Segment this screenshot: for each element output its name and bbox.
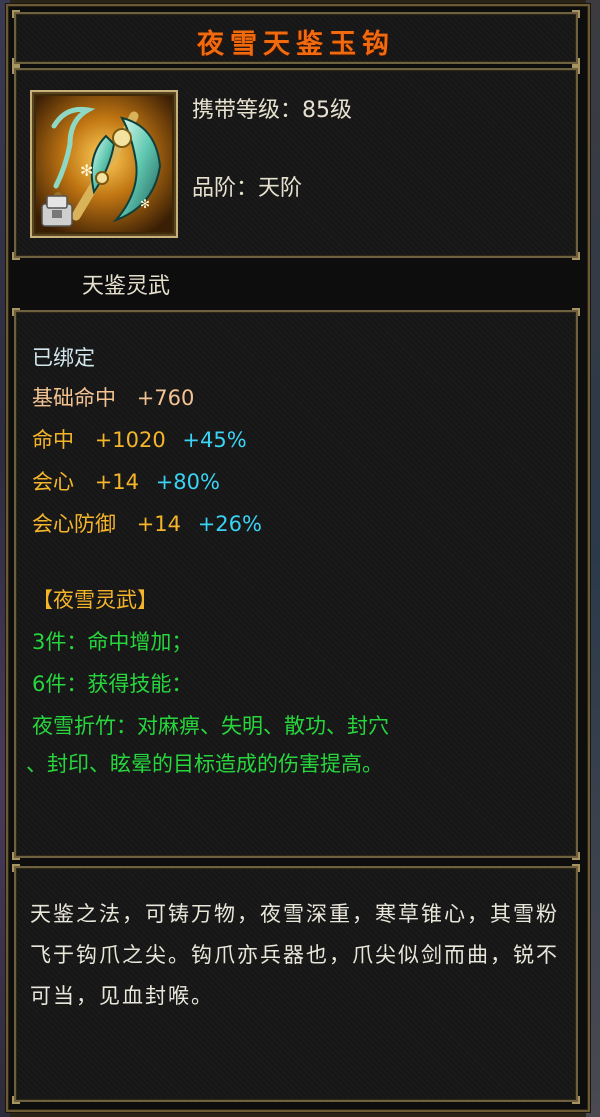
stat-bonus: +26% [197,512,262,536]
title-bar: 夜雪天鉴玉钩 [12,10,580,66]
jade-hook-weapon-icon: ✻ ✻ [36,96,172,232]
stat-row: 会心 +14 +80% [32,466,220,496]
stat-label: 会心 [32,470,74,494]
category-bar: 天鉴灵武 [14,262,578,302]
item-category: 天鉴灵武 [82,274,171,299]
stat-value: +14 [136,512,182,536]
item-icon-frame: ✻ ✻ [30,90,178,238]
stat-value: +1020 [94,428,166,452]
svg-text:✻: ✻ [80,161,93,180]
set-bonus-3: 3件：命中增加； [32,630,193,654]
carry-level: 携带等级：85级 [192,98,352,123]
stat-label: 会心防御 [32,512,116,536]
stat-row: 基础命中 +760 [32,382,194,412]
stats-section: 已绑定 基础命中 +760 命中 +1020 +45% 会心 +14 +80% … [12,308,580,860]
item-description: 天鉴之法，可铸万物，夜雪深重，寒草锥心，其雪粉飞于钩爪之尖。钩爪亦兵器也，爪尖似… [30,902,559,1008]
stat-value: +14 [94,470,140,494]
set-skill-line-2: 、封印、眩晕的目标造成的伤害提高。 [26,752,383,776]
stat-value: +760 [136,386,195,410]
item-name: 夜雪天鉴玉钩 [197,29,395,60]
item-grade: 品阶：天阶 [192,176,303,201]
bound-status: 已绑定 [32,346,95,370]
stat-row: 会心防御 +14 +26% [32,508,262,538]
stat-row: 命中 +1020 +45% [32,424,247,454]
set-skill-line-1: 夜雪折竹：对麻痹、失明、散功、封穴 [32,714,389,738]
lock-badge-icon [41,195,73,227]
description-section: 天鉴之法，可铸万物，夜雪深重，寒草锥心，其雪粉飞于钩爪之尖。钩爪亦兵器也，爪尖似… [12,864,580,1104]
stat-label: 命中 [32,428,74,452]
set-name: 【夜雪灵武】 [32,588,158,612]
stat-bonus: +80% [155,470,220,494]
item-info-section: ✻ ✻ 携带等级：85级 品阶：天阶 [12,66,580,260]
svg-text:✻: ✻ [140,197,150,211]
stat-bonus: +45% [182,428,247,452]
set-bonus-6: 6件：获得技能： [32,672,193,696]
stat-label: 基础命中 [32,386,116,410]
